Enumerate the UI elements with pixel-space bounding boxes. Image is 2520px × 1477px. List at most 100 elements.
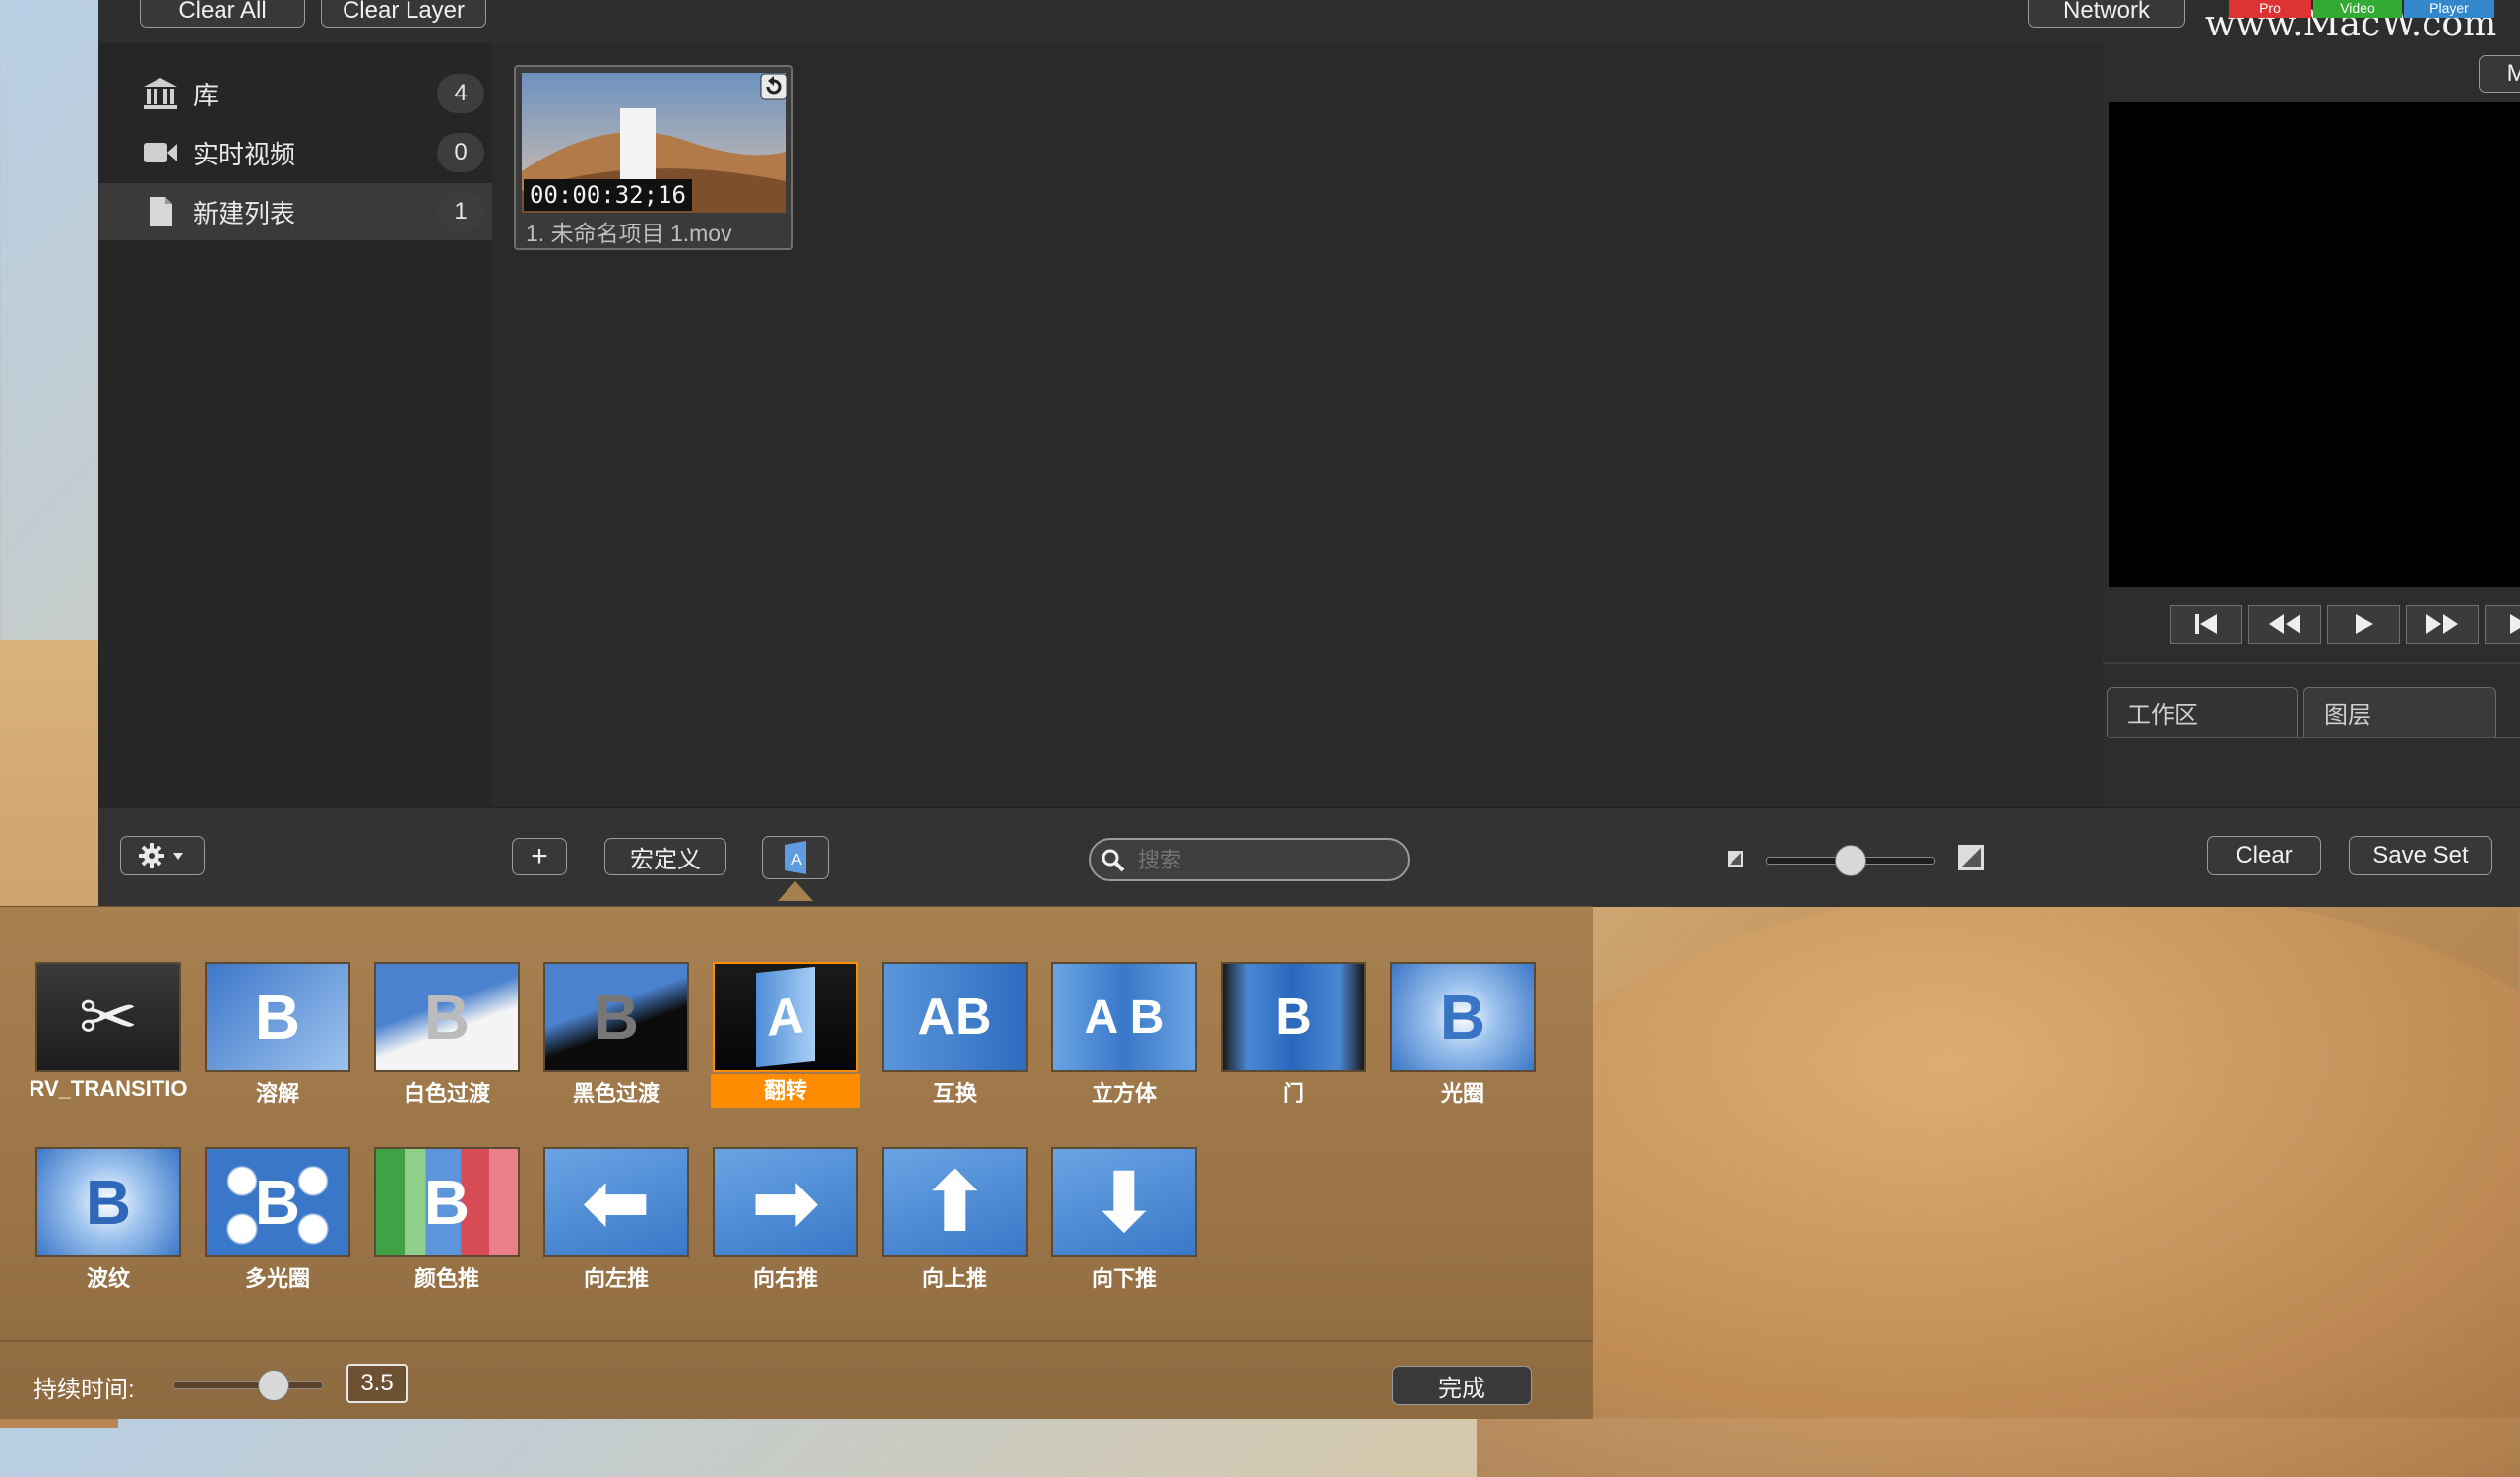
large-size-icon: [1958, 845, 1984, 870]
transition-label: RV_TRANSITIO: [29, 1076, 188, 1101]
transition-tile-white-fade[interactable]: B 白色过渡: [372, 960, 522, 1110]
transition-tile-push-down[interactable]: ⬇ 向下推: [1049, 1145, 1199, 1295]
transition-label: 黑色过渡: [572, 1081, 660, 1106]
swap-icon: AB: [882, 962, 1028, 1072]
svg-text:A: A: [791, 852, 802, 868]
multi-iris-icon: B: [205, 1147, 350, 1257]
network-button[interactable]: Network: [2028, 0, 2185, 28]
transition-tile-iris[interactable]: B 光圈: [1388, 960, 1538, 1110]
transition-tile-cube[interactable]: A B 立方体: [1049, 960, 1199, 1110]
add-button[interactable]: +: [512, 838, 567, 875]
transition-label: 白色过渡: [403, 1081, 490, 1106]
transition-tile-push-right[interactable]: ➡ 向右推: [711, 1145, 860, 1295]
duration-value-field[interactable]: 3.5: [346, 1364, 408, 1403]
done-button[interactable]: 完成: [1392, 1366, 1532, 1405]
small-size-icon: [1728, 851, 1743, 867]
save-set-button[interactable]: Save Set: [2349, 836, 2492, 875]
manual-button[interactable]: Manual: [2479, 55, 2520, 93]
white-fade-icon: B: [374, 962, 520, 1072]
play-icon: [2356, 614, 2373, 634]
duration-slider-knob[interactable]: [258, 1370, 289, 1401]
transitions-button[interactable]: A: [762, 836, 829, 879]
popover-arrow: [778, 881, 813, 901]
skip-to-end-button[interactable]: [2485, 605, 2520, 644]
count-badge: 0: [437, 133, 484, 172]
sidebar-item-label: 实时视频: [193, 139, 296, 169]
divider: [0, 1340, 1593, 1342]
transition-label: 溶解: [255, 1081, 299, 1106]
transition-label: 互换: [932, 1081, 976, 1106]
clear-button[interactable]: Clear: [2207, 836, 2321, 875]
transition-tile-flip[interactable]: A 翻转: [711, 960, 860, 1110]
transition-tile-ripple[interactable]: B 波纹: [33, 1145, 183, 1295]
fast-forward-button[interactable]: [2406, 605, 2479, 644]
rewind-icon: [2269, 614, 2300, 634]
reset-icon[interactable]: [760, 73, 788, 100]
search-input[interactable]: [1136, 844, 1396, 877]
arrow-down-icon: ⬇: [1051, 1147, 1197, 1257]
transitions-popover: ✂ RV_TRANSITIO B 溶解 B 白色过渡 B 黑色过渡 A 翻转 A…: [0, 906, 1593, 1419]
transition-tile-black-fade[interactable]: B 黑色过渡: [541, 960, 691, 1110]
transition-label: 翻转: [711, 1074, 860, 1108]
transition-tile-rv[interactable]: ✂ RV_TRANSITIO: [30, 960, 187, 1110]
sidebar-item-label: 新建列表: [193, 198, 296, 228]
duration-slider[interactable]: [173, 1381, 323, 1389]
macro-button[interactable]: 宏定义: [604, 838, 726, 875]
divider: [2103, 662, 2520, 664]
cube-icon: A B: [1051, 962, 1197, 1072]
sidebar-item-label: 库: [193, 80, 220, 110]
transition-label: 向左推: [583, 1266, 649, 1291]
sidebar-item-live-video[interactable]: 实时视频 0: [98, 124, 492, 181]
bottom-toolbar: + 宏定义 A Clear Save Set: [98, 807, 2520, 907]
count-badge: 1: [437, 192, 484, 231]
media-thumbnail[interactable]: 00:00:32;16 1. 未命名项目 1.mov: [514, 65, 793, 250]
dissolve-icon: B: [205, 962, 350, 1072]
transition-tile-swap[interactable]: AB 互换: [880, 960, 1030, 1110]
plus-icon: +: [531, 840, 548, 872]
transition-tile-door[interactable]: B 门: [1219, 960, 1368, 1110]
divider: [2109, 737, 2520, 738]
transition-label: 向下推: [1091, 1266, 1157, 1291]
play-button[interactable]: [2327, 605, 2400, 644]
transition-tile-push-left[interactable]: ⬅ 向左推: [541, 1145, 691, 1295]
search-icon: [1102, 849, 1125, 872]
top-toolbar: Clear All Clear Layer Network: [98, 0, 2520, 44]
transition-tile-push-up[interactable]: ⬆ 向上推: [880, 1145, 1030, 1295]
fast-forward-icon: [2426, 614, 2458, 634]
app-window: Clear All Clear Layer Network 库 4 实时视频 0: [98, 0, 2520, 907]
library-icon: [144, 78, 177, 109]
arrow-up-icon: ⬆: [882, 1147, 1028, 1257]
arrow-left-icon: ⬅: [543, 1147, 689, 1257]
timecode: 00:00:32;16: [524, 179, 692, 211]
skip-to-start-button[interactable]: [2170, 605, 2242, 644]
scissors-icon: ✂: [35, 962, 181, 1072]
iris-icon: B: [1390, 962, 1536, 1072]
settings-menu-button[interactable]: [120, 836, 205, 875]
skip-end-icon: [2510, 614, 2520, 634]
transition-label: 颜色推: [413, 1266, 479, 1291]
media-browser: 00:00:32;16 1. 未命名项目 1.mov: [492, 43, 2103, 807]
duration-label: 持续时间:: [33, 1377, 135, 1403]
sidebar-item-library[interactable]: 库 4: [98, 65, 492, 122]
transition-tile-multi-iris[interactable]: B 多光圈: [203, 1145, 352, 1295]
arrow-right-icon: ➡: [713, 1147, 858, 1257]
transition-tile-color-push[interactable]: B 颜色推: [372, 1145, 522, 1295]
watermark-tag: Pro: [2229, 0, 2311, 18]
transition-label: 向上推: [921, 1266, 987, 1291]
gear-icon: [139, 843, 183, 868]
video-camera-icon: [144, 143, 177, 162]
tab-layers[interactable]: 图层: [2303, 687, 2496, 737]
rewind-button[interactable]: [2248, 605, 2321, 644]
media-filename: 1. 未命名项目 1.mov: [526, 221, 732, 246]
black-fade-icon: B: [543, 962, 689, 1072]
sidebar-item-new-list[interactable]: 新建列表 1: [98, 183, 492, 240]
search-field[interactable]: [1089, 838, 1410, 881]
tab-workspace[interactable]: 工作区: [2107, 687, 2298, 737]
clear-layer-button[interactable]: Clear Layer: [321, 0, 486, 28]
preview-panel: Manual 工作区 图层: [2103, 43, 2520, 807]
clear-all-button[interactable]: Clear All: [140, 0, 305, 28]
slider-knob[interactable]: [1835, 845, 1866, 876]
transition-tile-dissolve[interactable]: B 溶解: [203, 960, 352, 1110]
preview-screen: [2109, 102, 2520, 587]
flip-transition-icon: A: [785, 841, 806, 874]
